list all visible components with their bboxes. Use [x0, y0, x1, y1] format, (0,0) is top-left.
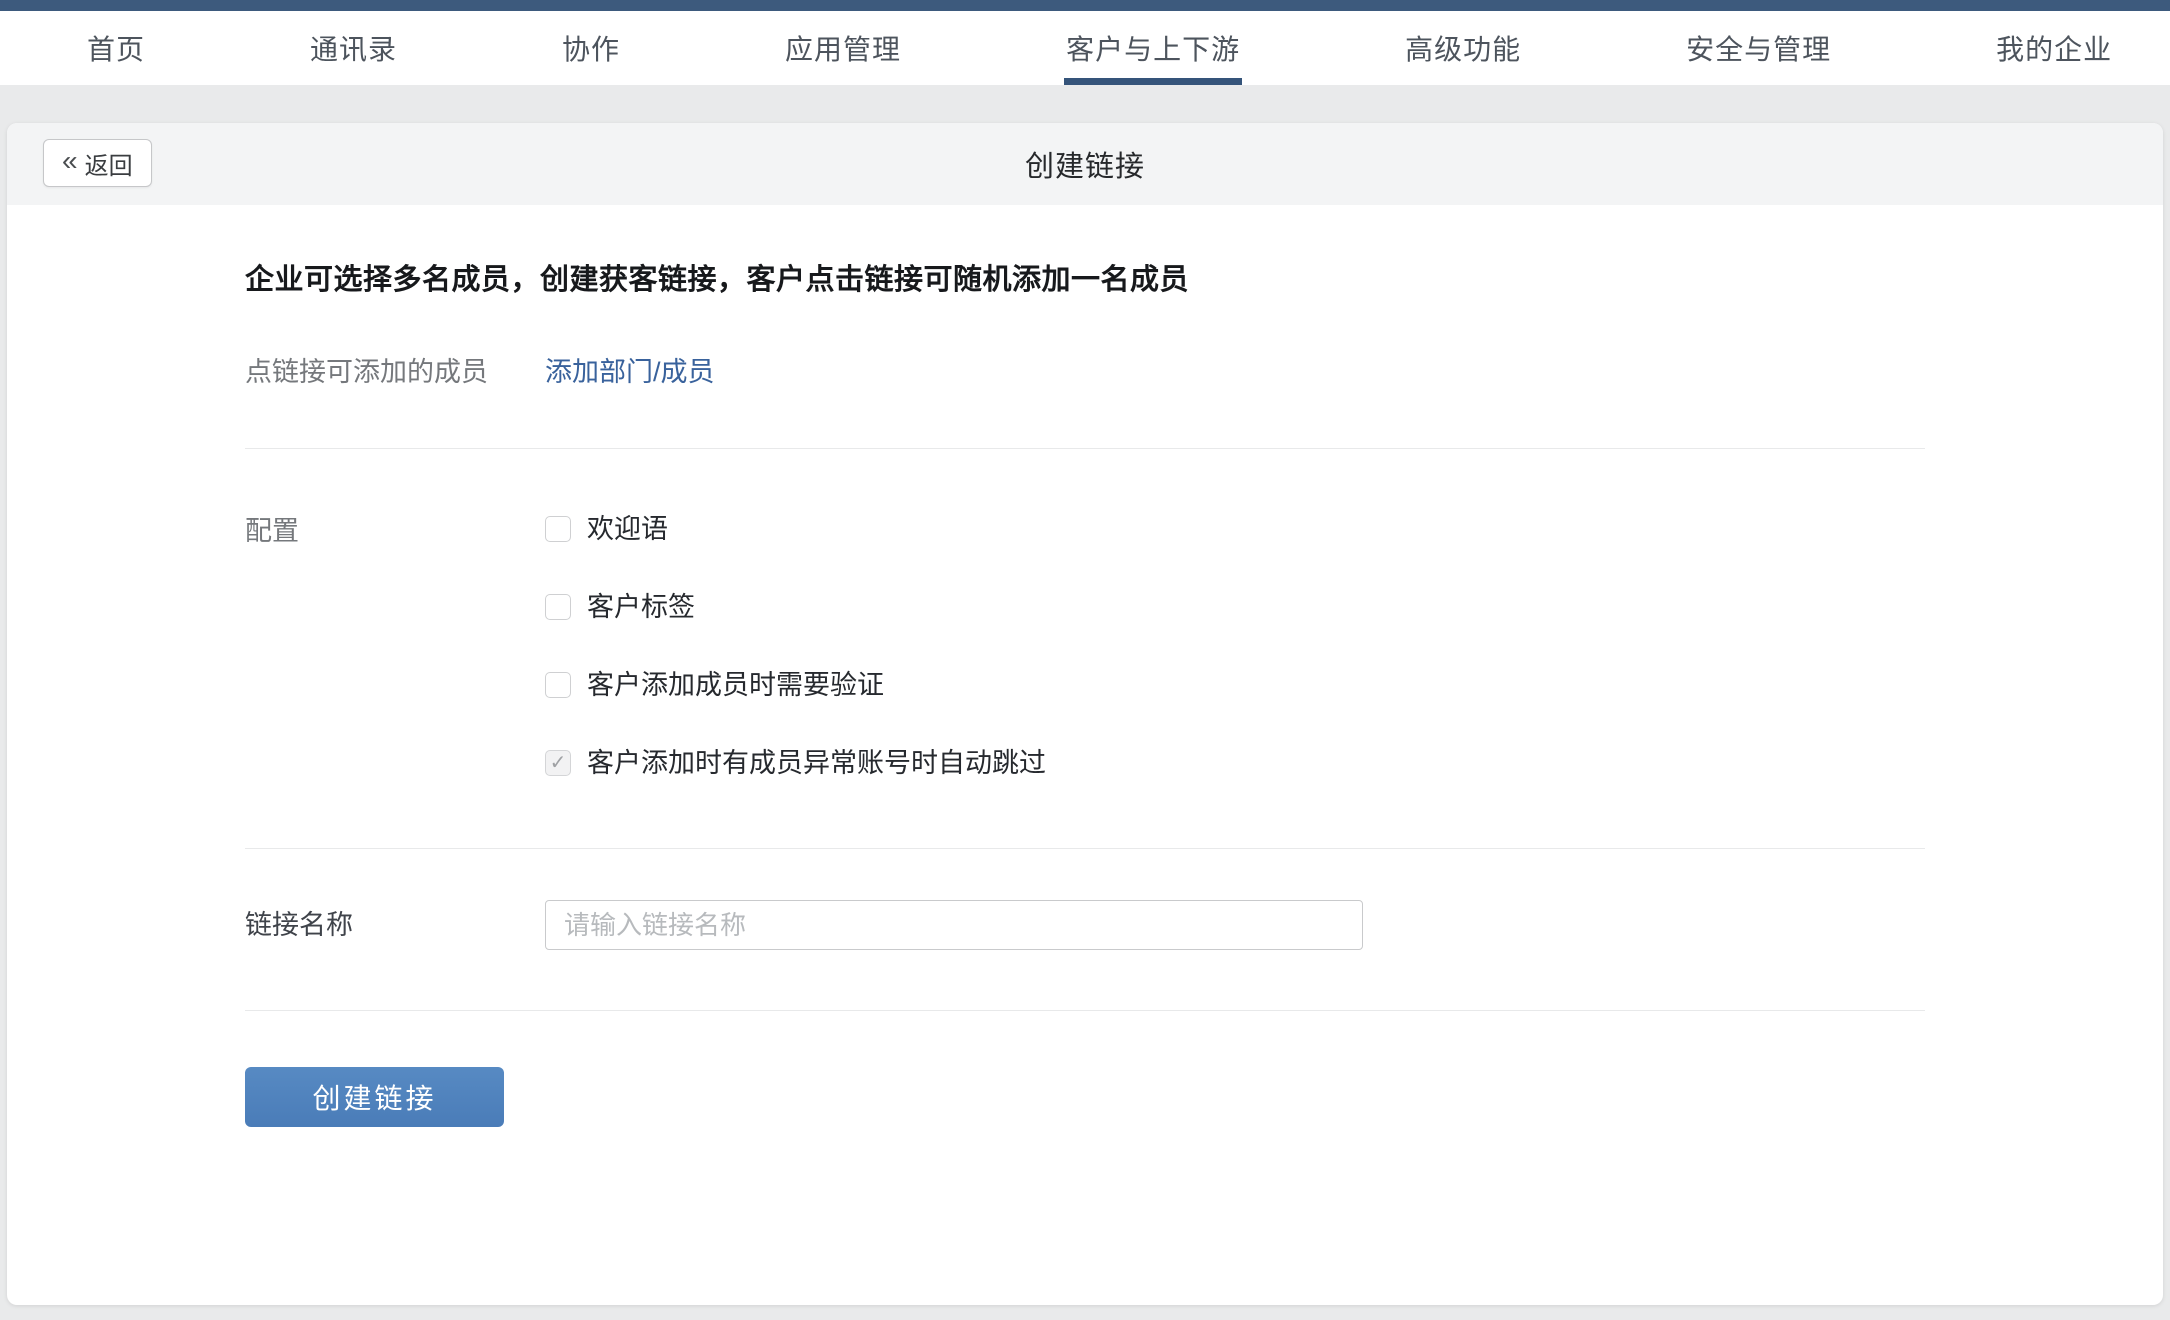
double-chevron-left-icon: « [62, 147, 78, 175]
check-icon: ✓ [550, 753, 567, 773]
link-name-row: 链接名称 [245, 900, 2163, 950]
browser-chrome-bar [0, 0, 2170, 11]
tab-customers[interactable]: 客户与上下游 [1066, 11, 1240, 85]
tab-collaboration[interactable]: 协作 [562, 11, 620, 85]
tab-my-enterprise[interactable]: 我的企业 [1996, 11, 2112, 85]
checkbox-skip-abnormal-account[interactable]: ✓ [545, 750, 571, 776]
page-title: 创建链接 [1025, 143, 1145, 185]
back-button-label: 返回 [85, 146, 133, 181]
create-link-button[interactable]: 创建链接 [245, 1067, 504, 1127]
config-row: 配置 ✓ 欢迎语 ✓ 客户标签 ✓ 客户添加成员时需要验证 [245, 512, 2163, 780]
members-row: 点链接可添加的成员 添加部门/成员 [245, 353, 2163, 391]
tab-security-management[interactable]: 安全与管理 [1686, 11, 1831, 85]
divider [245, 1010, 1925, 1011]
option-welcome-message[interactable]: ✓ 欢迎语 [545, 512, 1046, 546]
tab-advanced-features[interactable]: 高级功能 [1405, 11, 1521, 85]
page-background: « 返回 创建链接 企业可选择多名成员，创建获客链接，客户点击链接可随机添加一名… [0, 85, 2170, 1320]
link-name-label: 链接名称 [245, 900, 545, 950]
main-nav: 首页 通讯录 协作 应用管理 客户与上下游 高级功能 安全与管理 我的企业 [0, 11, 2170, 85]
members-row-label: 点链接可添加的成员 [245, 353, 545, 391]
card-body: 企业可选择多名成员，创建获客链接，客户点击链接可随机添加一名成员 点链接可添加的… [7, 264, 2163, 1127]
option-label: 客户添加成员时需要验证 [587, 668, 884, 702]
tab-app-management[interactable]: 应用管理 [785, 11, 901, 85]
config-row-label: 配置 [245, 512, 545, 550]
description-text: 企业可选择多名成员，创建获客链接，客户点击链接可随机添加一名成员 [245, 264, 2163, 296]
checkbox-welcome-message[interactable]: ✓ [545, 516, 571, 542]
content-card: « 返回 创建链接 企业可选择多名成员，创建获客链接，客户点击链接可随机添加一名… [7, 123, 2163, 1305]
option-skip-abnormal-account[interactable]: ✓ 客户添加时有成员异常账号时自动跳过 [545, 746, 1046, 780]
config-options: ✓ 欢迎语 ✓ 客户标签 ✓ 客户添加成员时需要验证 ✓ 客户添加时有成员异常账… [545, 512, 1046, 780]
option-label: 客户标签 [587, 590, 695, 624]
option-verification-required[interactable]: ✓ 客户添加成员时需要验证 [545, 668, 1046, 702]
checkbox-customer-tag[interactable]: ✓ [545, 594, 571, 620]
card-header: « 返回 创建链接 [7, 123, 2163, 205]
add-department-member-link[interactable]: 添加部门/成员 [545, 353, 715, 391]
link-name-input[interactable] [545, 900, 1363, 950]
tab-contacts[interactable]: 通讯录 [310, 11, 397, 85]
divider [245, 448, 1925, 449]
back-button[interactable]: « 返回 [43, 139, 152, 187]
option-customer-tag[interactable]: ✓ 客户标签 [545, 590, 1046, 624]
checkbox-verification-required[interactable]: ✓ [545, 672, 571, 698]
tab-home[interactable]: 首页 [87, 11, 145, 85]
option-label: 欢迎语 [587, 512, 668, 546]
option-label: 客户添加时有成员异常账号时自动跳过 [587, 746, 1046, 780]
divider [245, 848, 1925, 849]
